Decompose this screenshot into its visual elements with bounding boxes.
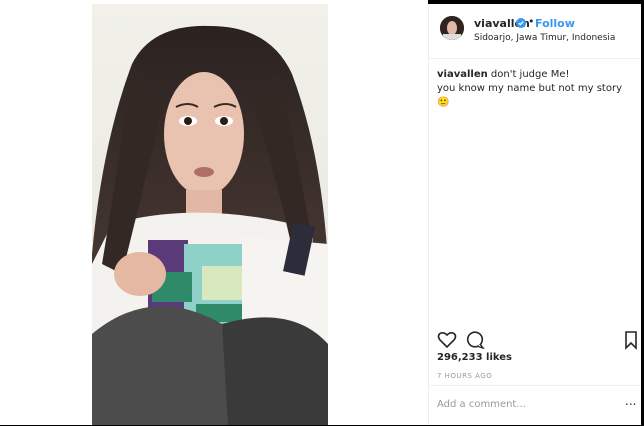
caption: viavallen don't judge Me! you know my na… — [437, 68, 637, 110]
action-bar — [437, 330, 637, 350]
location-link[interactable]: Sidoarjo, Jawa Timur, Indonesia — [474, 33, 615, 43]
caption-line-1: don't judge Me! — [490, 69, 570, 80]
verified-badge-icon — [516, 18, 526, 28]
photo-panel — [0, 0, 428, 425]
separator-dot: • — [528, 15, 535, 28]
comment-input[interactable] — [437, 399, 617, 410]
avatar[interactable] — [440, 16, 464, 40]
likes-count[interactable]: 296,233 likes — [437, 352, 512, 363]
post-timestamp[interactable]: 7 HOURS AGO — [437, 372, 492, 380]
comment-bubble-icon[interactable] — [465, 330, 485, 350]
post-sidebar: viavallen • Follow Sidoarjo, Jawa Timur,… — [428, 4, 641, 425]
comment-box: ... — [429, 385, 641, 426]
follow-button[interactable]: Follow — [535, 17, 575, 30]
post-header: viavallen • Follow Sidoarjo, Jawa Timur,… — [429, 4, 641, 59]
more-options-button[interactable]: ... — [625, 394, 636, 408]
bookmark-icon[interactable] — [621, 330, 641, 350]
post-photo[interactable] — [92, 4, 328, 425]
caption-line-2: you know my name but not my story 🙂 — [437, 83, 622, 108]
caption-username[interactable]: viavallen — [437, 69, 488, 80]
photo-illustration — [92, 4, 328, 425]
heart-icon[interactable] — [437, 330, 457, 350]
avatar-image — [440, 16, 464, 40]
